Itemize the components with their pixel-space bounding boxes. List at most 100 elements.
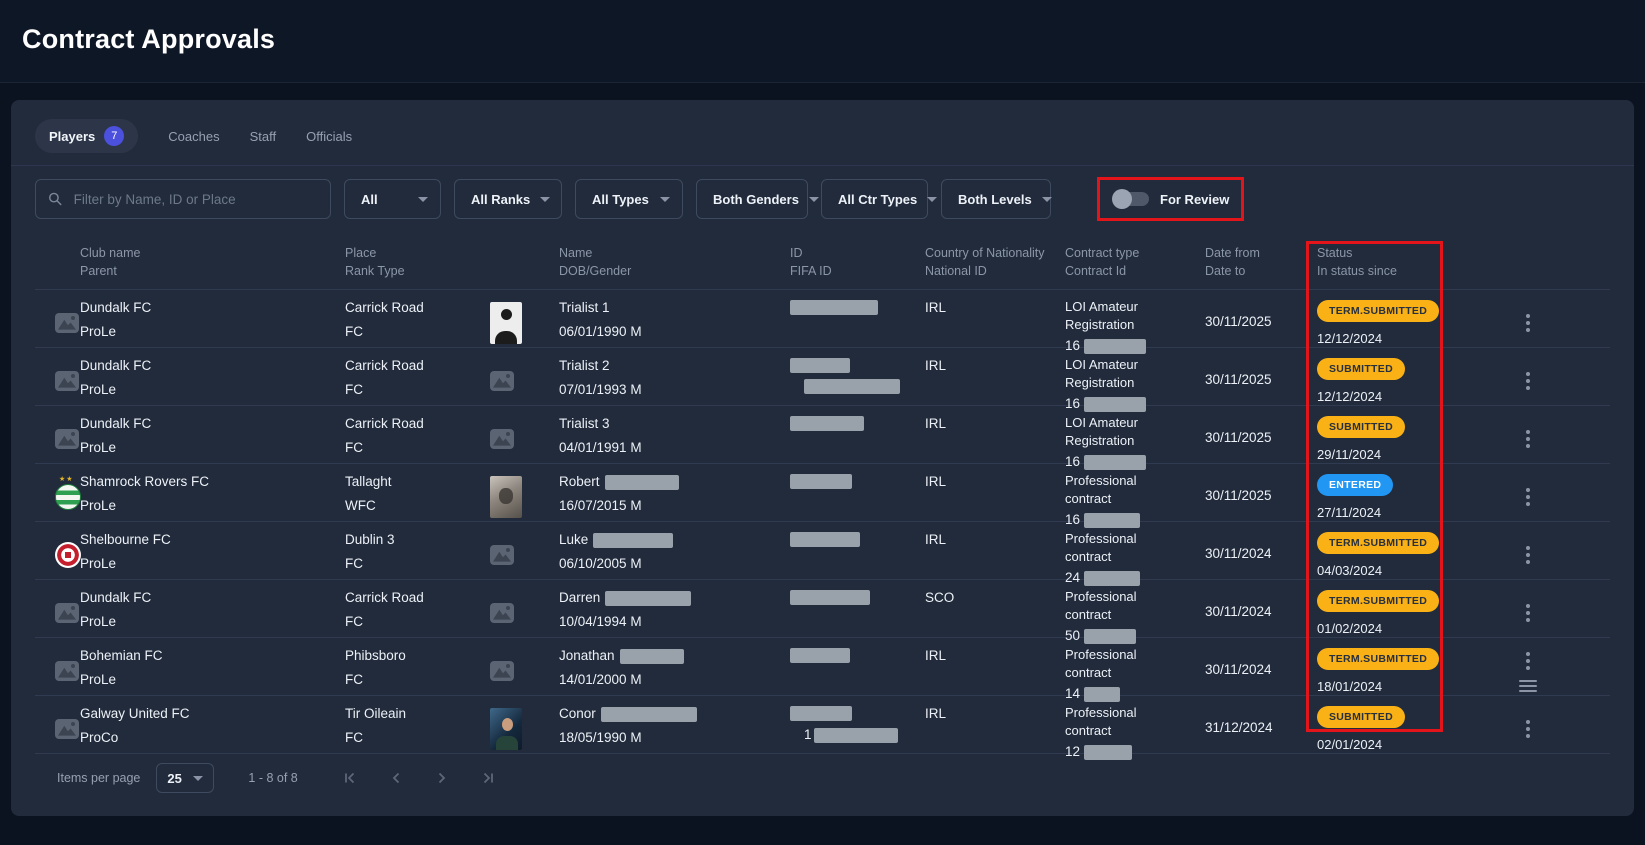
contracts-table: Club nameParent PlaceRank Type NameDOB/G… [11, 240, 1634, 754]
rank-type: FC [345, 382, 480, 399]
date-from: 30/11/2024 [1205, 662, 1305, 679]
club-name: Shelbourne FC [80, 532, 345, 549]
row-menu-icon[interactable] [1523, 369, 1533, 393]
filter-dropdown-ctr-types[interactable]: All Ctr Types [821, 179, 928, 219]
actions-cell [1445, 406, 1610, 471]
date-from: 31/12/2024 [1205, 720, 1305, 737]
notes-icon[interactable] [1519, 680, 1537, 692]
place-cell: Tallaght WFC [345, 464, 480, 529]
player-name: Darren [559, 590, 600, 607]
header-id: IDFIFA ID [780, 244, 915, 282]
name-cell: Trialist 2 07/01/1993 M [545, 348, 780, 413]
table-header-row: Club nameParent PlaceRank Type NameDOB/G… [35, 240, 1610, 290]
country-cell: IRL [915, 696, 1055, 761]
table-row[interactable]: Bohemian FC ProLe Phibsboro FC Jonathan … [35, 638, 1610, 696]
club-crest-cell [35, 638, 80, 703]
place-name: Tir Oileain [345, 706, 480, 723]
club-parent: ProLe [80, 382, 345, 399]
country-cell: SCO [915, 580, 1055, 645]
name-cell: Trialist 1 06/01/1990 M [545, 290, 780, 355]
tab-players[interactable]: Players 7 [35, 119, 138, 153]
date-cell: 30/11/2025 [1195, 290, 1305, 355]
name-redaction [593, 533, 673, 548]
actions-cell [1445, 580, 1610, 645]
contract-cell: LOI Amateur Registration 16 [1055, 406, 1195, 471]
id-cell [780, 522, 915, 587]
table-row[interactable]: Dundalk FC ProLe Carrick Road FC Trialis… [35, 290, 1610, 348]
status-cell: SUBMITTED 02/01/2024 [1305, 696, 1445, 761]
contract-type: LOI Amateur Registration [1065, 414, 1185, 450]
rank-type: FC [345, 614, 480, 631]
player-name: Robert [559, 474, 600, 491]
club-parent: ProLe [80, 556, 345, 573]
search-input-wrap [35, 179, 331, 219]
dob-gender: 04/01/1991 M [559, 440, 780, 457]
row-menu-icon[interactable] [1523, 485, 1533, 509]
player-name: Trialist 2 [559, 358, 610, 375]
rank-type: WFC [345, 498, 480, 515]
tab-staff[interactable]: Staff [250, 129, 277, 144]
club-crest-icon [55, 484, 81, 510]
row-menu-icon[interactable] [1523, 717, 1533, 741]
club-crest-cell [35, 522, 80, 587]
status-badge: SUBMITTED [1317, 706, 1405, 728]
club-crest-icon [55, 603, 79, 623]
table-row[interactable]: Galway United FC ProCo Tir Oileain FC Co… [35, 696, 1610, 754]
row-menu-icon[interactable] [1523, 649, 1533, 673]
table-row[interactable]: Shelbourne FC ProLe Dublin 3 FC Luke 06/… [35, 522, 1610, 580]
row-menu-icon[interactable] [1523, 543, 1533, 567]
rank-type: FC [345, 730, 480, 747]
name-redaction [620, 649, 684, 664]
rank-type: FC [345, 324, 480, 341]
id-redaction [790, 590, 870, 605]
contract-type: Professional contract [1065, 646, 1185, 682]
rank-type: FC [345, 672, 480, 689]
id-redaction [790, 474, 852, 489]
id-redactions [790, 648, 915, 669]
tab-officials[interactable]: Officials [306, 129, 352, 144]
club-cell: Bohemian FC ProLe [80, 638, 345, 703]
date-from: 30/11/2025 [1205, 488, 1305, 505]
player-photo [490, 476, 522, 518]
next-page-icon[interactable] [434, 770, 450, 786]
tab-coaches[interactable]: Coaches [168, 129, 219, 144]
row-menu-icon[interactable] [1523, 427, 1533, 451]
table-row[interactable]: Dundalk FC ProLe Carrick Road FC Trialis… [35, 348, 1610, 406]
search-input[interactable] [72, 191, 318, 208]
for-review-toggle[interactable] [1112, 189, 1149, 209]
date-cell: 30/11/2024 [1195, 638, 1305, 703]
table-row[interactable]: Dundalk FC ProLe Carrick Road FC Trialis… [35, 406, 1610, 464]
date-cell: 30/11/2024 [1195, 522, 1305, 587]
filter-dropdown-all[interactable]: All [344, 179, 441, 219]
filter-dropdown-types[interactable]: All Types [575, 179, 683, 219]
filter-dropdown-genders[interactable]: Both Genders [696, 179, 808, 219]
previous-page-icon[interactable] [388, 770, 404, 786]
id-redaction [804, 379, 900, 394]
filter-dropdown-levels[interactable]: Both Levels [941, 179, 1051, 219]
id-redaction [790, 416, 864, 431]
country-code: IRL [925, 416, 1055, 433]
country-cell: IRL [915, 348, 1055, 413]
id-cell [780, 290, 915, 355]
for-review-annotation-box: For Review [1097, 177, 1244, 221]
status-cell: TERM.SUBMITTED 04/03/2024 [1305, 522, 1445, 587]
tab-players-label: Players [49, 129, 95, 144]
first-page-icon[interactable] [342, 770, 358, 786]
table-row[interactable]: Shamrock Rovers FC ProLe Tallaght WFC Ro… [35, 464, 1610, 522]
row-menu-icon[interactable] [1523, 311, 1533, 335]
id-redaction [790, 358, 850, 373]
contract-type: Professional contract [1065, 530, 1185, 566]
chevron-down-icon [660, 197, 670, 202]
contract-type: LOI Amateur Registration [1065, 356, 1185, 392]
country-code: IRL [925, 532, 1055, 549]
filter-dropdown-ranks[interactable]: All Ranks [454, 179, 562, 219]
place-name: Carrick Road [345, 416, 480, 433]
club-parent: ProCo [80, 730, 345, 747]
table-row[interactable]: Dundalk FC ProLe Carrick Road FC Darren … [35, 580, 1610, 638]
player-photo [490, 545, 514, 565]
page-size-select[interactable]: 25 [156, 763, 214, 793]
row-menu-icon[interactable] [1523, 601, 1533, 625]
last-page-icon[interactable] [480, 770, 496, 786]
tabs-divider [11, 165, 1634, 166]
club-crest-cell [35, 290, 80, 355]
